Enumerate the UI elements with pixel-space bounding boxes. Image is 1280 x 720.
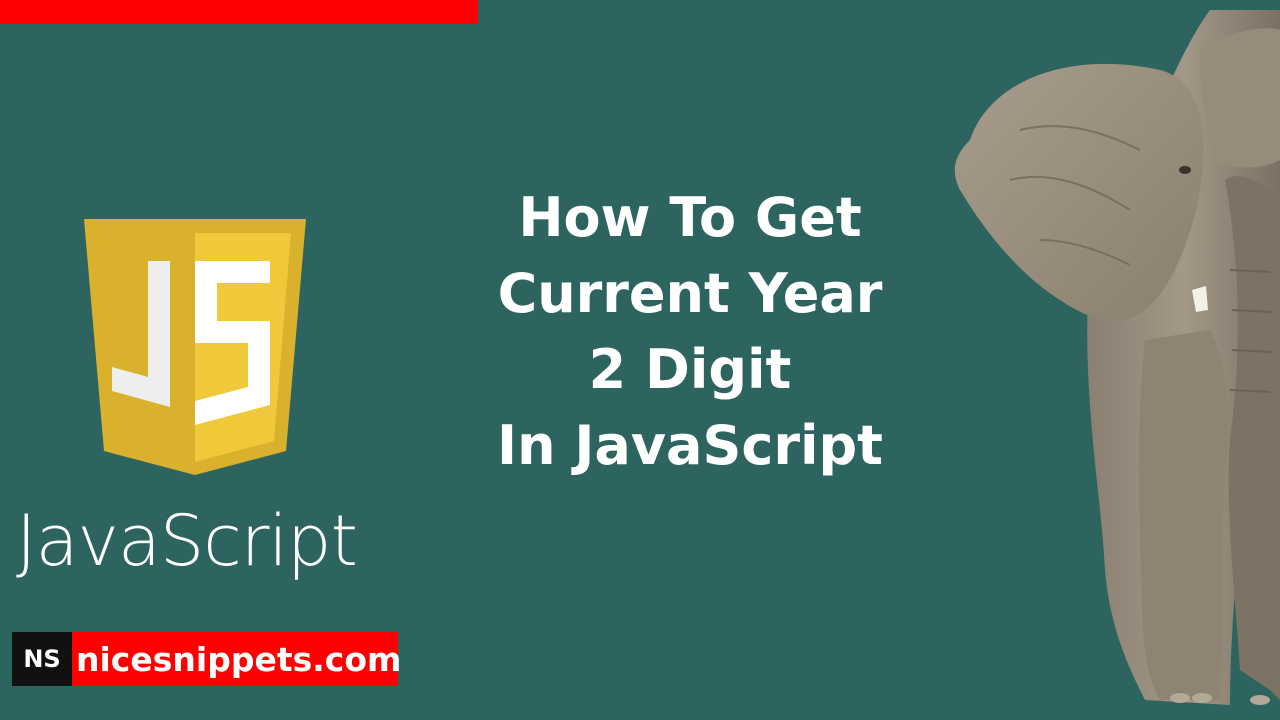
brand-abbrev: NS (12, 632, 72, 686)
brand-badge[interactable]: NS nicesnippets.com (12, 632, 401, 686)
top-accent-bar (0, 0, 478, 24)
title-line-3: 2 Digit (588, 338, 792, 401)
title-line-1: How To Get (518, 186, 862, 249)
javascript-shield-logo (84, 219, 306, 475)
title-line-4: In JavaScript (496, 414, 883, 477)
brand-site-name: nicesnippets.com (72, 632, 401, 686)
javascript-wordmark: JavaScript (16, 500, 358, 582)
page-title: How To Get Current Year 2 Digit In JavaS… (440, 180, 940, 484)
elephant-image (954, 10, 1280, 705)
title-line-2: Current Year (497, 262, 883, 325)
